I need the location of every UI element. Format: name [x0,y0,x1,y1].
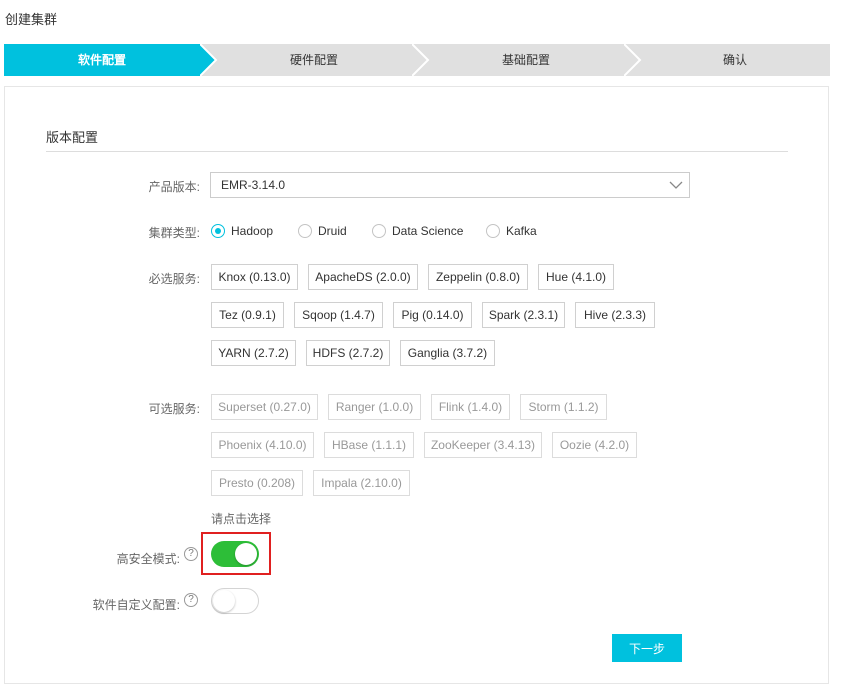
service-tag: Knox (0.13.0) [211,264,298,290]
step-software-config[interactable]: 软件配置 [4,44,216,76]
optional-service-tag[interactable]: Phoenix (4.10.0) [211,432,314,458]
help-icon[interactable]: ? [184,593,198,607]
section-divider [46,151,788,152]
optional-service-tag[interactable]: Presto (0.208) [211,470,303,496]
wizard-steps: 软件配置 硬件配置 基础配置 确认 [4,44,830,76]
optional-service-tag[interactable]: Ranger (1.0.0) [328,394,421,420]
optional-service-tag[interactable]: HBase (1.1.1) [324,432,414,458]
radio-circle [372,224,386,238]
service-tag: Ganglia (3.7.2) [400,340,495,366]
service-tag: Tez (0.9.1) [211,302,284,328]
radio-label: Hadoop [231,224,274,238]
service-tag: Hive (2.3.3) [575,302,655,328]
radio-data-science[interactable]: Data Science [372,223,463,239]
radio-circle [211,224,225,238]
step-basic-config[interactable]: 基础配置 [412,44,640,76]
optional-service-tag[interactable]: Flink (1.4.0) [431,394,510,420]
radio-circle [486,224,500,238]
custom-config-toggle[interactable] [211,588,259,614]
optional-service-tag[interactable]: Oozie (4.2.0) [552,432,637,458]
high-security-label: 高安全模式: [116,552,180,566]
step-confirm[interactable]: 确认 [624,44,830,76]
radio-label: Data Science [392,224,464,238]
radio-hadoop[interactable]: Hadoop [211,223,273,239]
custom-config-label: 软件自定义配置: [92,598,180,612]
chevron-down-icon [669,181,683,189]
highlight-box [201,532,271,575]
optional-services-label: 可选服务: [148,402,200,416]
service-tag: Zeppelin (0.8.0) [428,264,528,290]
step-label: 确认 [722,53,747,67]
product-version-label: 产品版本: [148,180,200,194]
optional-service-tag[interactable]: Storm (1.1.2) [520,394,607,420]
service-tag: ApacheDS (2.0.0) [308,264,418,290]
service-tag: Sqoop (1.4.7) [294,302,383,328]
step-label: 软件配置 [77,53,126,67]
radio-label: Kafka [506,224,537,238]
product-version-value: EMR-3.14.0 [221,178,286,192]
step-label: 基础配置 [501,53,550,67]
next-button[interactable]: 下一步 [612,634,682,662]
step-label: 硬件配置 [289,53,338,67]
product-version-select[interactable]: EMR-3.14.0 [210,172,690,198]
radio-label: Druid [318,224,347,238]
radio-circle [298,224,312,238]
service-tag: HDFS (2.7.2) [306,340,390,366]
service-tag: Hue (4.1.0) [538,264,614,290]
required-services-label: 必选服务: [148,272,200,286]
toggle-knob [213,590,235,612]
step-hardware-config[interactable]: 硬件配置 [200,44,428,76]
help-icon[interactable]: ? [184,547,198,561]
section-title: 版本配置 [46,130,99,145]
page-title: 创建集群 [5,12,58,27]
service-tag: Spark (2.3.1) [482,302,565,328]
optional-service-tag[interactable]: ZooKeeper (3.4.13) [424,432,542,458]
service-tag: Pig (0.14.0) [393,302,472,328]
optional-service-tag[interactable]: Impala (2.10.0) [313,470,410,496]
radio-kafka[interactable]: Kafka [486,223,537,239]
radio-druid[interactable]: Druid [298,223,347,239]
cluster-type-label: 集群类型: [148,226,200,240]
service-tag: YARN (2.7.2) [211,340,296,366]
optional-service-tag[interactable]: Superset (0.27.0) [211,394,318,420]
optional-services-hint: 请点击选择 [211,512,272,526]
